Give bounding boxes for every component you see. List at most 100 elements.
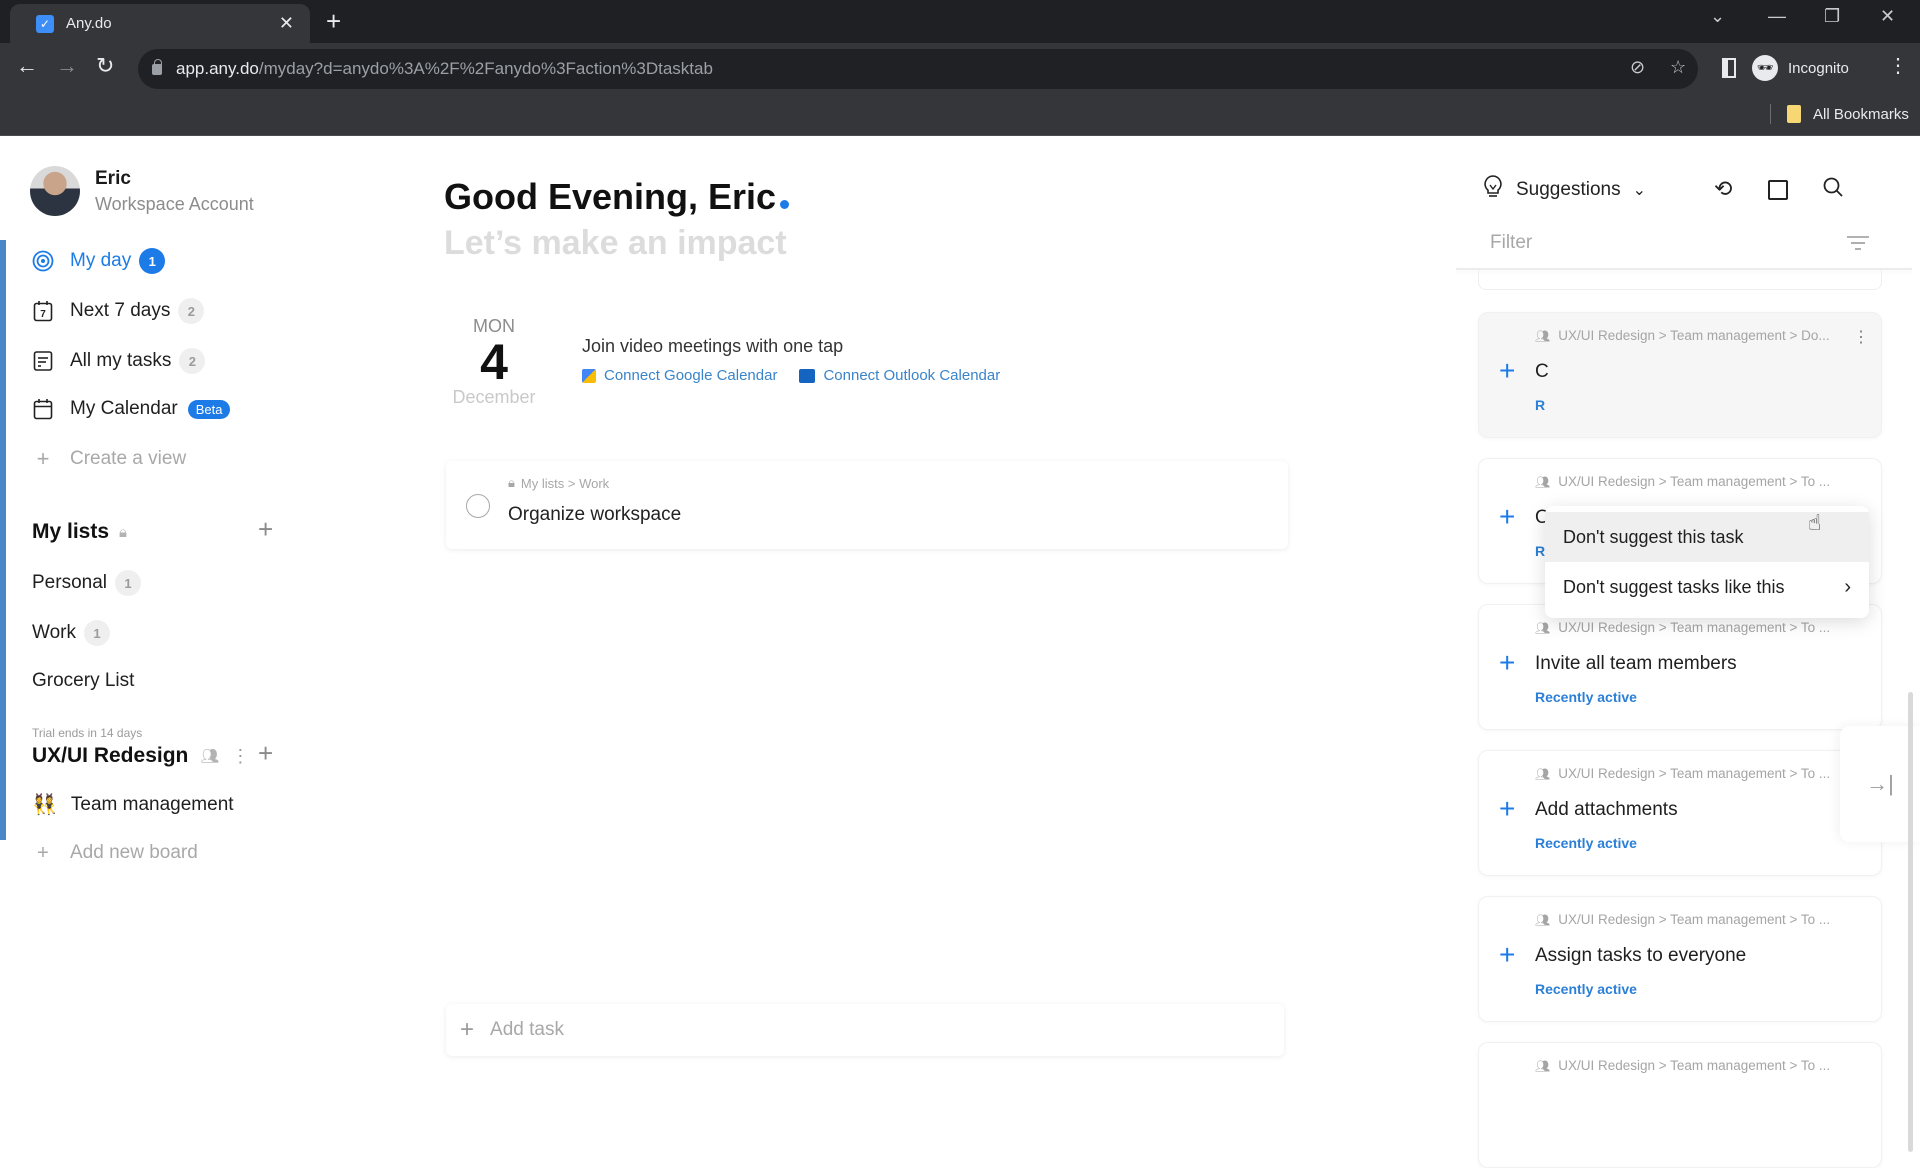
focus-mode-icon[interactable] — [1768, 180, 1788, 200]
folder-icon — [1787, 105, 1801, 123]
filter-input[interactable]: Filter — [1490, 232, 1532, 254]
suggestion-tag: Recently active — [1535, 835, 1637, 851]
list-item-work[interactable]: Work 1 — [32, 620, 110, 646]
lightbulb-icon — [1482, 174, 1504, 206]
suggestion-title[interactable]: Assign tasks to everyone — [1535, 945, 1746, 967]
suggestions-dropdown[interactable]: Suggestions ⌄ — [1482, 174, 1646, 206]
crumb-text: UX/UI Redesign > Team management > Do... — [1558, 328, 1830, 343]
scrollbar[interactable] — [1908, 692, 1913, 1152]
restore-button[interactable]: ❐ — [1824, 6, 1840, 27]
address-bar-row: ← → ↻ app.any.do/myday?d=anydo%3A%2F%2Fa… — [0, 43, 1920, 96]
new-tab-button[interactable]: + — [326, 6, 341, 37]
back-button[interactable]: ← — [16, 53, 38, 79]
board-item-team-management[interactable]: 👯 Team management — [32, 792, 234, 817]
menu-item-label: Don't suggest this task — [1563, 526, 1744, 547]
add-board-plus-button[interactable]: + — [258, 740, 273, 766]
task-title[interactable]: Organize workspace — [508, 504, 681, 526]
suggestion-card[interactable]: 👥︎ UX/UI Redesign > Team management > To … — [1478, 750, 1882, 876]
browser-tab[interactable]: ✓ Any.do ✕ — [10, 4, 310, 43]
browser-menu-icon[interactable]: ⋮ — [1888, 53, 1908, 78]
tab-title: Any.do — [66, 15, 112, 32]
sidebar-item-my-day[interactable]: My day 1 — [32, 248, 166, 274]
sidebar-item-my-calendar[interactable]: My Calendar Beta — [32, 398, 231, 420]
avatar[interactable] — [30, 166, 80, 216]
suggestion-card[interactable]: 👥︎ UX/UI Redesign > Team management > To … — [1478, 604, 1882, 730]
add-suggestion-button[interactable]: + — [1499, 941, 1515, 969]
google-calendar-icon — [582, 368, 596, 383]
all-bookmarks-button[interactable]: All Bookmarks — [1770, 104, 1909, 124]
task-row[interactable]: 🔒︎ My lists > Work Organize workspace — [446, 461, 1288, 549]
create-view-button[interactable]: + Create a view — [32, 446, 187, 471]
list-item-grocery[interactable]: Grocery List — [32, 670, 134, 692]
reload-button[interactable]: ↻ — [96, 53, 114, 79]
connect-google-calendar-link[interactable]: Connect Google Calendar — [582, 367, 777, 384]
promo-text: Join video meetings with one tap — [582, 336, 844, 356]
count-badge: 1 — [83, 620, 110, 646]
tracking-blocked-eye-icon[interactable]: ⊘ — [1630, 57, 1645, 78]
suggestion-card[interactable]: 👥︎ UX/UI Redesign > Team management > Do.… — [1478, 312, 1882, 438]
suggestion-title[interactable]: C — [1535, 361, 1549, 383]
url-field[interactable]: app.any.do/myday?d=anydo%3A%2F%2Fanydo%3… — [138, 49, 1698, 89]
trial-notice: Trial ends in 14 days — [32, 726, 143, 740]
user-name: Eric — [95, 168, 131, 189]
sidebar: Eric Workspace Account My day 1 7 Next 7… — [0, 136, 420, 1080]
crumb-text: UX/UI Redesign > Team management > To ..… — [1558, 620, 1831, 635]
add-list-button[interactable]: + — [258, 516, 273, 542]
list-label: Grocery List — [32, 670, 135, 691]
filter-icon[interactable] — [1846, 234, 1870, 257]
add-task-input[interactable]: + Add task — [446, 1004, 1284, 1056]
search-icon[interactable] — [1822, 176, 1844, 204]
close-window-button[interactable]: ✕ — [1880, 6, 1895, 27]
count-badge: 2 — [178, 298, 205, 324]
incognito-profile-button[interactable]: 🕶 Incognito — [1752, 50, 1902, 86]
dancers-emoji-icon: 👯 — [32, 794, 57, 816]
connect-outlook-calendar-link[interactable]: Connect Outlook Calendar — [799, 367, 1000, 384]
add-suggestion-button[interactable]: + — [1499, 503, 1515, 531]
connect-google-label: Connect Google Calendar — [604, 367, 778, 384]
add-new-board-button[interactable]: + Add new board — [32, 842, 198, 864]
sidebar-item-label: All my tasks — [70, 350, 172, 371]
workspace-header[interactable]: UX/UI Redesign 👥︎ ⋮ — [32, 744, 249, 768]
suggestion-breadcrumb: 👥︎ UX/UI Redesign > Team management > To … — [1535, 1058, 1830, 1073]
sidebar-item-next-7-days[interactable]: 7 Next 7 days 2 — [32, 298, 205, 324]
add-suggestion-button[interactable]: + — [1499, 357, 1515, 385]
divider — [1770, 104, 1771, 124]
close-tab-icon[interactable]: ✕ — [279, 13, 294, 34]
add-suggestion-button[interactable]: + — [1499, 795, 1515, 823]
svg-text:7: 7 — [40, 309, 46, 320]
dont-suggest-similar-item[interactable]: Don't suggest tasks like this › — [1545, 562, 1869, 612]
menu-item-label: Don't suggest tasks like this — [1563, 576, 1785, 597]
suggestion-card[interactable]: 👥︎ UX/UI Redesign > Team management > To … — [1478, 1042, 1882, 1168]
date-display: MON 4 December — [444, 316, 544, 408]
workspace-title: UX/UI Redesign — [32, 744, 189, 767]
suggestion-title[interactable]: Add attachments — [1535, 799, 1678, 821]
my-lists-title: My lists — [32, 520, 110, 543]
sidebar-item-all-my-tasks[interactable]: All my tasks 2 — [32, 348, 206, 374]
side-panel-icon[interactable] — [1722, 58, 1736, 78]
arrow-to-right-icon: →| — [1866, 771, 1894, 796]
suggestion-breadcrumb: 👥︎ UX/UI Redesign > Team management > To … — [1535, 912, 1830, 927]
list-icon — [32, 350, 54, 372]
add-suggestion-button[interactable]: + — [1499, 649, 1515, 677]
my-lists-header[interactable]: My lists 🔒︎ — [32, 520, 127, 544]
tab-search-chevron-icon[interactable]: ⌄ — [1710, 6, 1725, 27]
suggestion-breadcrumb: 👥︎ UX/UI Redesign > Team management > Do.… — [1535, 328, 1830, 343]
workspace-options-icon[interactable]: ⋮ — [231, 746, 249, 767]
task-complete-checkbox[interactable] — [466, 494, 490, 518]
forward-button[interactable]: → — [56, 53, 78, 79]
calendar-connect-promo: Join video meetings with one tap Connect… — [582, 336, 1000, 384]
members-icon: 👥︎ — [1535, 328, 1551, 343]
anydo-favicon-icon: ✓ — [36, 14, 54, 33]
refresh-icon[interactable]: ⟲ — [1714, 176, 1732, 202]
crumb-text: UX/UI Redesign > Team management > To ..… — [1558, 474, 1831, 489]
suggestion-title[interactable]: Invite all team members — [1535, 653, 1737, 675]
suggestion-card[interactable]: 👥︎ UX/UI Redesign > Team management > To … — [1478, 896, 1882, 1022]
day-number: 4 — [480, 334, 508, 390]
card-options-icon[interactable]: ⋮ — [1853, 327, 1869, 347]
browser-tab-bar: ✓ Any.do ✕ + ⌄ — ❐ ✕ — [0, 0, 1920, 43]
minimize-button[interactable]: — — [1768, 6, 1786, 27]
members-icon[interactable]: 👥︎ — [200, 747, 219, 765]
count-badge: 2 — [179, 348, 206, 374]
bookmark-star-icon[interactable]: ☆ — [1670, 57, 1686, 78]
list-item-personal[interactable]: Personal 1 — [32, 570, 141, 596]
